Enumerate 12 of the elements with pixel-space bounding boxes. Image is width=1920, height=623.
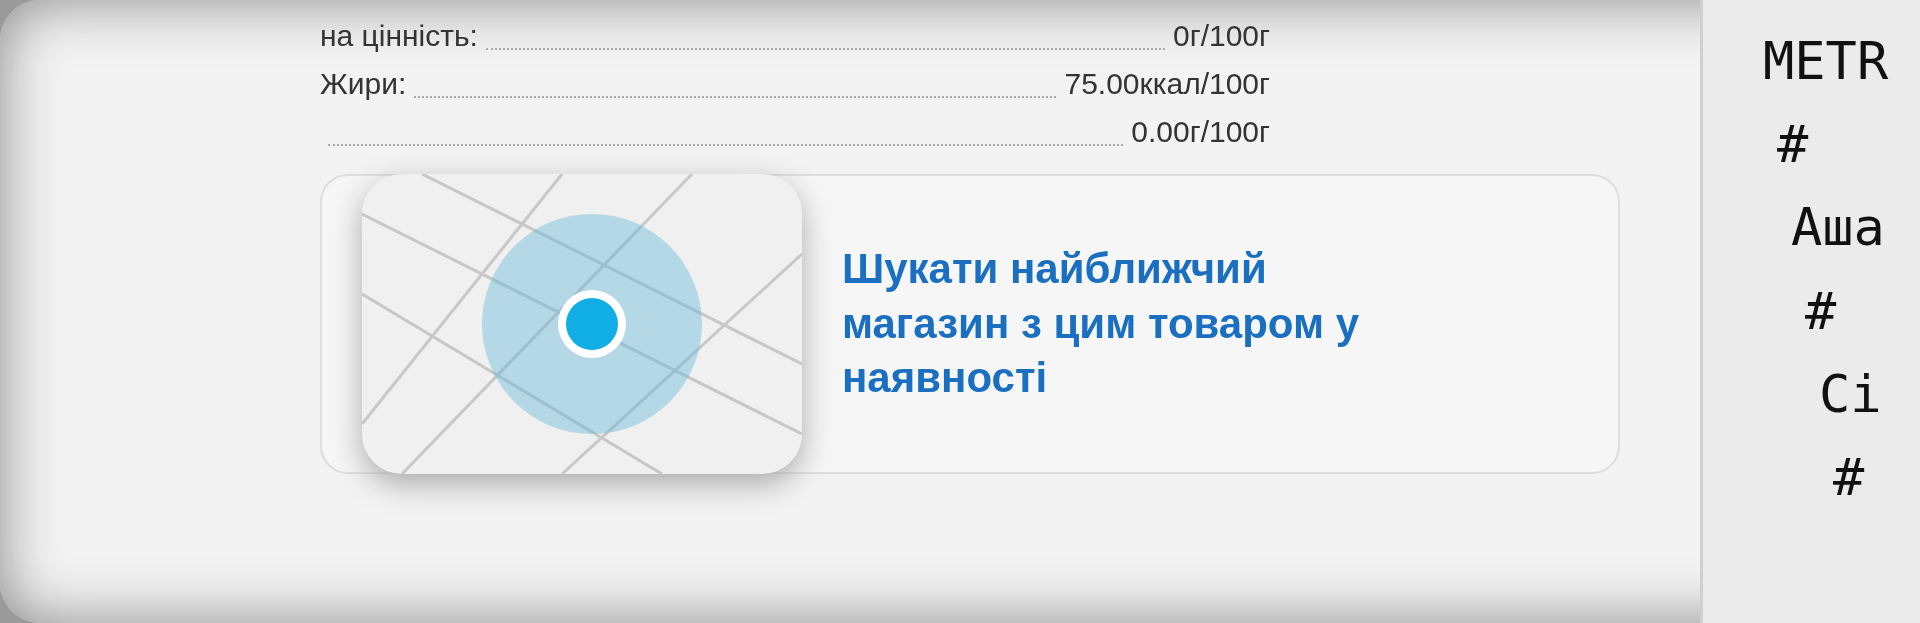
receipt-line: # (1832, 445, 1866, 509)
receipt-line: # (1776, 113, 1810, 177)
nutrient-value: 0.00г/100г (1131, 114, 1270, 150)
receipt-line: # (1804, 279, 1838, 343)
nutrient-label: на цінність: (320, 18, 478, 54)
receipt-line: METR (1763, 30, 1890, 93)
find-store-link[interactable]: Шукати найближчий магазин з цим товаром у наявності (842, 242, 1442, 406)
nutrient-value: 75.00ккал/100г (1064, 66, 1270, 102)
receipt-line: Аша (1790, 196, 1886, 260)
receipt-line: Сі (1818, 362, 1883, 426)
nutrient-label: Жири: (320, 66, 407, 102)
nutrient-value: 0г/100г (1173, 18, 1270, 54)
